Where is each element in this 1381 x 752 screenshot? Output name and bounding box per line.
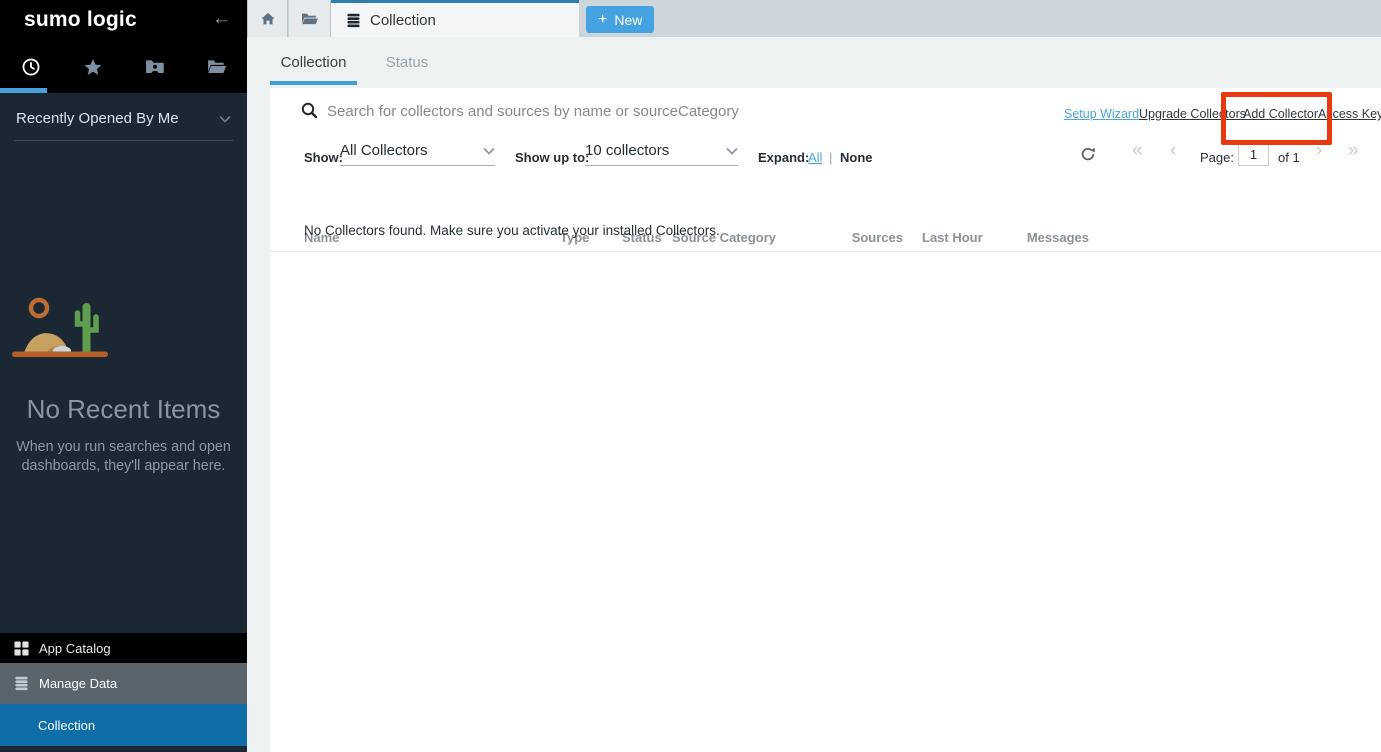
expand-none-link[interactable]: None: [840, 150, 873, 165]
main-area: Collection + New Collection Status Setup…: [247, 0, 1381, 752]
recently-opened-dropdown[interactable]: Recently Opened By Me: [14, 93, 233, 141]
sidebar-icon-tabs: [0, 40, 247, 93]
new-button-label: New: [614, 12, 642, 28]
logo-bar: sumo logic ←: [0, 0, 247, 40]
tab-label: Collection: [370, 12, 436, 29]
search-icon: [301, 102, 318, 119]
search-input[interactable]: [327, 98, 927, 124]
add-collector-link[interactable]: Add Collector: [1243, 107, 1318, 121]
no-recent-items-caption: When you run searches and open dashboard…: [0, 438, 247, 476]
collapse-sidebar-icon[interactable]: ←: [212, 8, 231, 30]
column-header-sources: Sources: [825, 230, 903, 245]
no-recent-items-title: No Recent Items: [0, 394, 247, 425]
column-header-messages: Messages: [1015, 230, 1089, 245]
refresh-icon[interactable]: [1080, 146, 1096, 162]
show-select[interactable]: All Collectors: [340, 142, 495, 166]
access-keys-link[interactable]: Access Keys: [1318, 107, 1381, 121]
sun-icon: [31, 300, 47, 316]
user-folder-icon: [145, 58, 164, 75]
nav-label: Manage Data: [39, 676, 117, 691]
show-label: Show:: [304, 150, 343, 165]
collection-stack-icon: [346, 13, 361, 28]
expand-label: Expand:: [758, 150, 809, 165]
sidebar-tab-recent[interactable]: [0, 40, 62, 93]
sidebar-bottom-nav: App Catalog Manage Data Collection: [0, 633, 247, 746]
chevron-down-icon: [219, 115, 231, 123]
star-icon: [84, 58, 102, 76]
show-up-to-select-value: 10 collectors: [585, 142, 669, 159]
clock-icon: [22, 58, 40, 76]
toolbar-row: Setup Wizard Upgrade Collectors Add Coll…: [270, 88, 1381, 136]
library-button[interactable]: [289, 0, 331, 37]
page-last-button[interactable]: »: [1348, 140, 1359, 162]
sidebar-item-manage-data[interactable]: Manage Data: [0, 663, 247, 704]
subtab-collection[interactable]: Collection: [270, 37, 357, 88]
new-button[interactable]: + New: [586, 6, 654, 33]
expand-separator: |: [829, 150, 832, 165]
page-count-label: of 1: [1278, 150, 1300, 165]
app-grid-icon: [14, 641, 29, 656]
plus-icon: +: [598, 11, 607, 29]
empty-state-message: No Collectors found. Make sure you activ…: [304, 223, 720, 238]
home-icon: [260, 11, 276, 26]
sidebar: sumo logic ←: [0, 0, 247, 752]
sumo-logic-logo: sumo logic: [24, 8, 137, 32]
sidebar-tab-library[interactable]: [185, 40, 247, 93]
chevron-down-icon: [726, 147, 738, 155]
tab-strip: Collection + New: [247, 0, 1381, 37]
sidebar-tab-shared[interactable]: [124, 40, 186, 93]
tab-collection[interactable]: Collection: [331, 0, 579, 37]
desert-illustration: [0, 293, 120, 363]
page-prev-button[interactable]: ‹: [1170, 140, 1176, 162]
chevron-down-icon: [483, 147, 495, 155]
subtab-bar: Collection Status: [247, 37, 1381, 88]
show-up-to-select[interactable]: 10 collectors: [585, 142, 738, 166]
nav-label: App Catalog: [39, 641, 111, 656]
nav-label: Collection: [38, 718, 95, 733]
page-label: Page:: [1200, 150, 1234, 165]
page-first-button[interactable]: «: [1132, 140, 1143, 162]
sidebar-item-app-catalog[interactable]: App Catalog: [0, 633, 247, 663]
home-button[interactable]: [247, 0, 288, 37]
active-tab-indicator: [0, 88, 47, 93]
show-select-value: All Collectors: [340, 142, 428, 159]
upgrade-collectors-link[interactable]: Upgrade Collectors: [1139, 107, 1246, 121]
folder-icon: [300, 11, 319, 26]
open-folder-icon: [207, 58, 226, 75]
collection-panel: Setup Wizard Upgrade Collectors Add Coll…: [270, 88, 1381, 752]
ground-line: [12, 352, 108, 358]
page-next-button[interactable]: ›: [1316, 140, 1322, 162]
subtab-status[interactable]: Status: [385, 37, 429, 88]
sidebar-item-collection[interactable]: Collection: [0, 704, 247, 746]
database-icon: [14, 676, 29, 691]
recently-opened-label: Recently Opened By Me: [16, 110, 179, 127]
column-header-last-hour: Last Hour: [922, 230, 983, 245]
filter-row: Show: All Collectors Show up to: 10 coll…: [270, 136, 1381, 182]
page-number-input[interactable]: [1238, 143, 1269, 166]
expand-all-link[interactable]: All: [808, 150, 822, 165]
sidebar-tab-favorites[interactable]: [62, 40, 124, 93]
show-up-to-label: Show up to:: [515, 150, 589, 165]
setup-wizard-link[interactable]: Setup Wizard: [1064, 107, 1139, 121]
